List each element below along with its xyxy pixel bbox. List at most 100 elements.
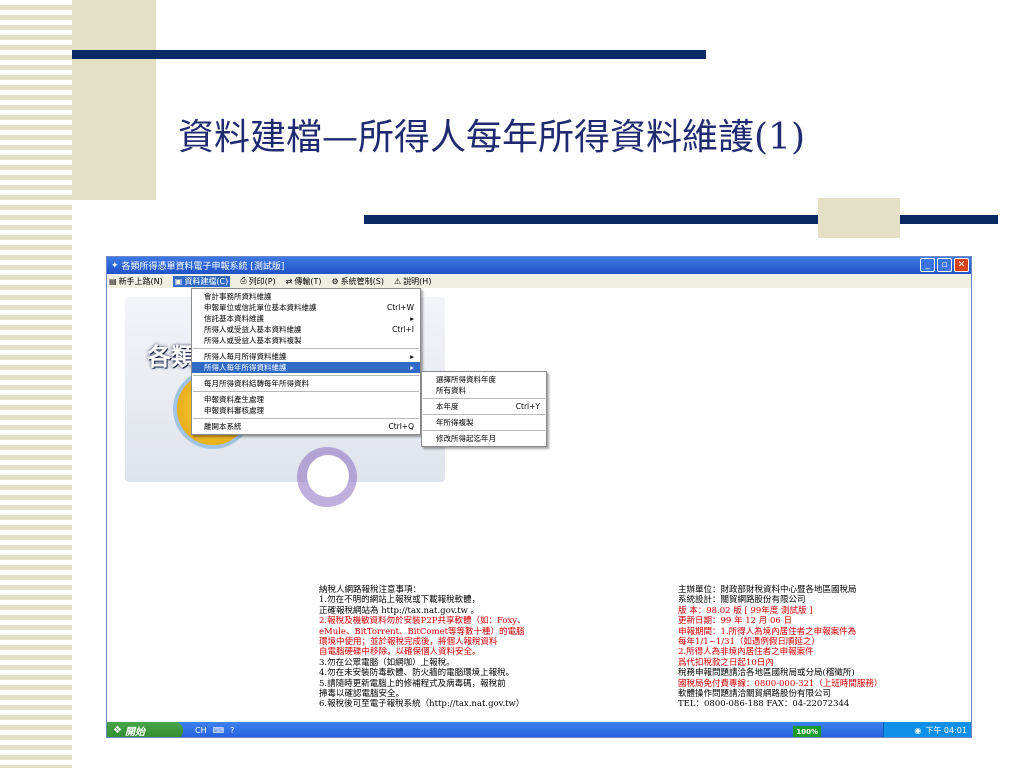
menu-separator: [193, 375, 419, 376]
system-info: 主辦單位：財政部財稅資料中心暨各地區國稅局 系統設計：關貿網路股份有限公司 版 …: [678, 585, 882, 710]
notice-line: 正確報稅網站為 http://tax.nat.gov.tw 。: [319, 605, 480, 616]
menu-separator: [423, 414, 545, 415]
info-line: 軟體操作問題請洽關貿網路股份有限公司: [678, 689, 832, 700]
submenu-item-this-year[interactable]: 本年度 Ctrl+Y: [422, 401, 546, 412]
menu-item-label: 所得人或受益人基本資料複製: [204, 336, 302, 345]
menu-item-label: 所有資料: [436, 386, 466, 395]
decorative-bar-top: [72, 50, 706, 59]
menu-system[interactable]: ⚙ 系統管制(S): [332, 276, 385, 287]
menu-item-shortcut: Ctrl+W: [386, 303, 414, 312]
menu-item-label: 離開本系統: [204, 422, 242, 431]
data-entry-dropdown: 會計事務所資料維護 申報單位或信託單位基本資料維護 Ctrl+W 信託基本資料維護…: [191, 288, 421, 435]
info-line: 國稅局免付費專線：0800-000-321（上班時間服務）: [678, 678, 883, 689]
menu-item-exit[interactable]: 離開本系統 Ctrl+Q: [192, 421, 420, 432]
menu-help-label: 說明(H): [403, 276, 432, 286]
menu-item-shortcut: Ctrl+Q: [388, 422, 414, 431]
keyboard-icon[interactable]: ⌨: [213, 726, 225, 735]
menu-item-monthly-income[interactable]: 所得人每月所得資料維護 ▸: [192, 351, 420, 362]
submenu-item-edit-period[interactable]: 修改所得起迄年月: [422, 433, 546, 444]
menu-item-review-report[interactable]: 申報資料審核處理: [192, 405, 420, 416]
submenu-item-all-data[interactable]: 所有資料: [422, 385, 546, 396]
menu-item-label: 修改所得起迄年月: [436, 434, 496, 443]
info-line: 更新日期：99 年 12 月 06 日: [678, 616, 792, 627]
menu-data-entry[interactable]: ▣ 資料建檔(C): [172, 275, 231, 287]
tray-shield-icon[interactable]: ◉: [914, 726, 921, 735]
menu-guide[interactable]: ▤ 新手上路(N): [109, 276, 163, 287]
close-button[interactable]: ✕: [954, 258, 969, 272]
info-line: 2.所得人為非境內居住者之申報案件: [678, 647, 814, 658]
help-icon[interactable]: ?: [230, 726, 234, 735]
submenu-item-copy-year[interactable]: 年所得複製: [422, 417, 546, 428]
menu-transfer-label: 傳輸(T): [294, 276, 322, 286]
language-indicator[interactable]: CH: [195, 726, 207, 735]
taskbar: ❖ 開始 CH ⌨ ? ◉ 下午 04:01: [107, 722, 971, 738]
info-line: 爲代扣稅款之日起10日內: [678, 657, 774, 668]
start-label: 開始: [124, 727, 145, 738]
notice-line: 2.報稅及機敏資料勿於安裝P2P共享軟體（如：Foxy、: [319, 616, 526, 627]
decorative-bar-bottom: [364, 215, 998, 224]
menu-item-accounting-firm[interactable]: 會計事務所資料維護: [192, 291, 420, 302]
menu-separator: [193, 418, 419, 419]
minimize-button[interactable]: _: [920, 258, 935, 272]
menubar: ▤ 新手上路(N) ▣ 資料建檔(C) ⎙ 列印(P) ⇄ 傳輸(T) ⚙ 系統…: [107, 274, 971, 288]
menu-help[interactable]: ⚠ 說明(H): [394, 276, 431, 287]
menu-item-monthly-to-yearly[interactable]: 每月所得資料結轉每年所得資料: [192, 378, 420, 389]
window-titlebar: ✦ 各類所得憑單資料電子申報系統 [測試版] _ ▫ ✕: [107, 257, 971, 274]
menu-data-entry-label: 資料建檔(C): [184, 276, 229, 286]
info-line: 主辦單位：財政部財稅資料中心暨各地區國稅局: [678, 585, 857, 595]
splash-text-left: 各類: [147, 343, 195, 371]
language-bar: CH ⌨ ?: [195, 726, 234, 735]
tax-notice: 納稅人網路報稅注意事項： 1.勿在不明的網站上報稅或下載報稅軟體， 正確報稅網站…: [319, 585, 526, 710]
menu-item-recipient-basic[interactable]: 所得人或受益人基本資料維護 Ctrl+I: [192, 324, 420, 335]
help-icon: ⚠: [394, 276, 402, 286]
submenu-arrow-icon: ▸: [410, 314, 414, 323]
notice-line: eMule、BitTorrent、BitComet等等數十種）的電腦: [319, 626, 525, 637]
info-line: 系統設計：關貿網路股份有限公司: [678, 595, 806, 606]
windows-logo-icon: ❖: [113, 725, 122, 736]
menu-item-label: 所得人每年所得資料維護: [204, 363, 287, 372]
menu-item-label: 年所得複製: [436, 418, 474, 427]
notice-line: 掃毒以確認電腦安全。: [319, 689, 405, 700]
menu-item-label: 每月所得資料結轉每年所得資料: [204, 379, 309, 388]
info-line: 稅務申報問題請洽各地區國稅局或分局(稽徵所): [678, 668, 855, 679]
menu-separator: [423, 430, 545, 431]
menu-print-label: 列印(P): [248, 276, 276, 286]
clock[interactable]: 下午 04:01: [925, 725, 967, 736]
info-line: TEL：0800-086-188 FAX：04-22072344: [678, 699, 850, 710]
menu-item-shortcut: Ctrl+Y: [515, 402, 540, 411]
yearly-income-submenu: 選擇所得資料年度 所有資料 本年度 Ctrl+Y 年所得複製 修改所得起迄年月: [421, 371, 547, 447]
notice-line: 1.勿在不明的網站上報稅或下載報稅軟體，: [319, 595, 481, 606]
maximize-button[interactable]: ▫: [937, 258, 952, 272]
menu-item-trust-basic[interactable]: 信託基本資料維護 ▸: [192, 313, 420, 324]
menu-item-label: 本年度: [436, 402, 459, 411]
start-button[interactable]: ❖ 開始: [107, 722, 183, 738]
decorative-square-bottom: [818, 198, 900, 238]
folder-icon: ▣: [174, 276, 183, 286]
menu-item-label: 申報單位或信託單位基本資料維護: [204, 303, 317, 312]
notice-line: 納稅人網路報稅注意事項：: [319, 585, 422, 595]
app-window: ✦ 各類所得憑單資料電子申報系統 [測試版] _ ▫ ✕ ▤ 新手上路(N) ▣…: [106, 256, 972, 738]
menu-item-label: 信託基本資料維護: [204, 314, 264, 323]
transfer-icon: ⇄: [285, 276, 293, 286]
menu-item-yearly-income[interactable]: 所得人每年所得資料維護 ▸: [192, 362, 420, 373]
menu-item-reporting-unit[interactable]: 申報單位或信託單位基本資料維護 Ctrl+W: [192, 302, 420, 313]
submenu-item-select-year[interactable]: 選擇所得資料年度: [422, 374, 546, 385]
menu-item-label: 申報資料產生處理: [204, 395, 264, 404]
printer-icon: ⎙: [240, 276, 247, 285]
menu-transfer[interactable]: ⇄ 傳輸(T): [286, 276, 322, 287]
menu-item-label: 所得人或受益人基本資料維護: [204, 325, 302, 334]
menu-item-label: 選擇所得資料年度: [436, 375, 496, 384]
notice-line: 5.請隨時更新電腦上的修補程式及病毒碼，報稅前: [319, 678, 506, 689]
notice-line: 自電腦硬碟中移除，以確保個人資料安全。: [319, 647, 481, 658]
menu-item-recipient-copy[interactable]: 所得人或受益人基本資料複製: [192, 335, 420, 346]
menu-item-label: 所得人每月所得資料維護: [204, 352, 287, 361]
menu-guide-label: 新手上路(N): [118, 276, 163, 286]
menu-print[interactable]: ⎙ 列印(P): [240, 276, 275, 287]
menu-separator: [193, 391, 419, 392]
notice-line: 3.勿在公眾電腦（如網咖）上報稅。: [319, 657, 455, 668]
decorative-stripes: [0, 0, 72, 768]
decorative-square-top: [72, 0, 156, 200]
menu-item-generate-report[interactable]: 申報資料產生處理: [192, 394, 420, 405]
splash-inner-circle: [307, 455, 349, 497]
book-icon: ▤: [109, 276, 117, 286]
